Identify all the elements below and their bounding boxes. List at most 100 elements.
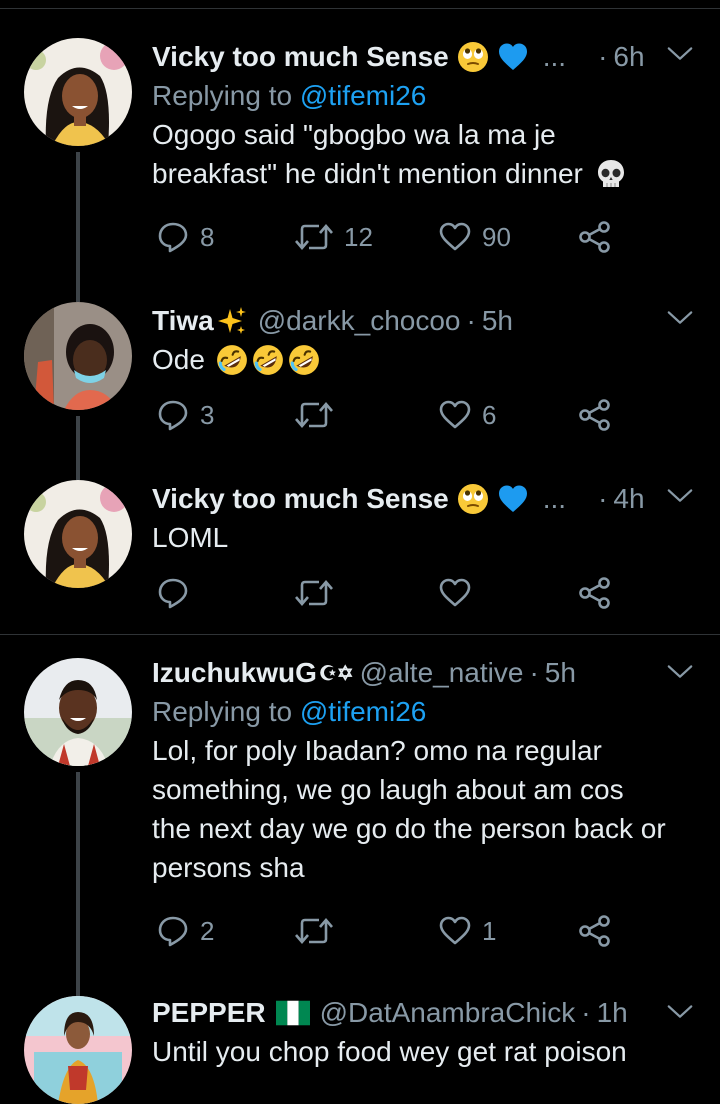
retweet-icon: [294, 220, 334, 254]
rofl-emoji-icon: [287, 343, 321, 377]
chevron-down-icon[interactable]: [666, 486, 694, 506]
retweet-count: 12: [344, 221, 373, 252]
timestamp[interactable]: 6h: [613, 41, 644, 73]
tweet-text-line: LOML: [152, 522, 229, 553]
rofl-emoji-icon: [215, 343, 249, 377]
separator-dot: ·: [581, 997, 591, 1028]
separator-dot: ·: [529, 657, 539, 688]
thread-line: [76, 772, 80, 998]
timestamp[interactable]: 1h: [597, 997, 628, 1029]
mention-link[interactable]: @tifemi26: [300, 696, 426, 727]
tweet-text-line: Lol, for poly Ibadan? omo na regular: [152, 735, 602, 766]
like-count: 6: [482, 399, 497, 430]
chevron-down-icon[interactable]: [666, 1002, 694, 1022]
share-button[interactable]: [578, 576, 612, 610]
reply-button[interactable]: [156, 576, 190, 610]
display-name[interactable]: Tiwa: [152, 305, 214, 337]
timestamp[interactable]: 5h: [545, 657, 576, 689]
like-count: 1: [482, 915, 497, 946]
separator-dot: ·: [466, 305, 476, 336]
heart-icon: [438, 576, 472, 610]
reply-icon: [156, 914, 190, 948]
reply-button[interactable]: 2: [156, 914, 214, 948]
retweet-button[interactable]: [294, 576, 334, 610]
tweet-text: LOML: [152, 518, 700, 557]
nigeria-flag-icon: [276, 1000, 310, 1026]
share-button[interactable]: [578, 914, 612, 948]
thread-divider: [0, 634, 720, 635]
reply-icon: [156, 398, 190, 432]
avatar[interactable]: [24, 996, 132, 1104]
display-name[interactable]: IzuchukwuG: [152, 657, 317, 689]
tweet-actions: 3 6: [152, 398, 622, 438]
like-button[interactable]: 90: [438, 220, 511, 254]
reply-count: 3: [200, 399, 215, 430]
heart-icon: [438, 914, 472, 948]
share-icon: [578, 220, 612, 254]
timestamp[interactable]: 4h: [613, 483, 644, 515]
username[interactable]: @darkk_chocoo: [258, 305, 461, 337]
tweet-text: Ode: [152, 340, 700, 379]
tweet-text-line: breakfast" he didn't mention dinner: [152, 158, 583, 189]
like-button[interactable]: [438, 576, 472, 610]
retweet-icon: [294, 576, 334, 610]
display-name[interactable]: PEPPER: [152, 997, 266, 1029]
share-icon: [578, 576, 612, 610]
reply-button[interactable]: 3: [156, 398, 214, 432]
reply-button[interactable]: 8: [156, 220, 214, 254]
share-button[interactable]: [578, 398, 612, 432]
chevron-down-icon[interactable]: [666, 308, 694, 328]
blue-heart-emoji-icon: [497, 483, 529, 515]
separator-dot: ·: [598, 41, 608, 72]
replying-to-label: Replying to: [152, 696, 293, 727]
timestamp[interactable]: 5h: [482, 305, 513, 337]
display-name[interactable]: Vicky too much Sense: [152, 41, 449, 73]
username[interactable]: @DatAnambraChick: [320, 997, 576, 1029]
face-with-rolling-eyes-emoji-icon: [457, 41, 489, 73]
reply-count: 2: [200, 915, 215, 946]
retweet-icon: [294, 398, 334, 432]
separator-dot: ·: [598, 483, 608, 514]
thread-line: [76, 416, 80, 480]
username[interactable]: @alte_native: [360, 657, 524, 689]
avatar[interactable]: [24, 38, 132, 146]
tweet-text-line: Until you chop food wey get rat poison: [152, 1036, 627, 1067]
avatar[interactable]: [24, 480, 132, 588]
chevron-down-icon[interactable]: [666, 662, 694, 682]
tweet-text-line: Ogogo said "gbogbo wa la ma je: [152, 119, 556, 150]
tweet-text-line: the next day we go do the person back or: [152, 813, 666, 844]
retweet-button[interactable]: [294, 398, 334, 432]
mention-link[interactable]: @tifemi26: [300, 80, 426, 111]
replying-to-label: Replying to: [152, 80, 293, 111]
rofl-emoji-icon: [251, 343, 285, 377]
thread-line: [76, 276, 80, 302]
tweet-text: Ogogo said "gbogbo wa la ma je breakfast…: [152, 115, 700, 193]
like-button[interactable]: 6: [438, 398, 496, 432]
tweet-text: Until you chop food wey get rat poison: [152, 1032, 700, 1071]
avatar[interactable]: [24, 302, 132, 410]
name-truncation-ellipsis: ...: [542, 483, 567, 514]
blue-heart-emoji-icon: [497, 41, 529, 73]
avatar[interactable]: [24, 658, 132, 766]
share-icon: [578, 398, 612, 432]
display-name[interactable]: Vicky too much Sense: [152, 483, 449, 515]
tweet-text-line: Ode: [152, 344, 205, 375]
like-count: 90: [482, 221, 511, 252]
share-button[interactable]: [578, 220, 612, 254]
retweet-icon: [294, 914, 334, 948]
face-with-rolling-eyes-emoji-icon: [457, 483, 489, 515]
retweet-button[interactable]: 12: [294, 220, 373, 254]
name-symbols: ☪✡: [318, 662, 354, 685]
sparkles-emoji-icon: [216, 305, 248, 337]
tweet-actions: 2 1: [152, 914, 622, 954]
retweet-button[interactable]: [294, 914, 334, 948]
top-divider: [0, 8, 720, 9]
skull-emoji-icon: [595, 158, 627, 190]
chevron-down-icon[interactable]: [666, 44, 694, 64]
tweet-text: Lol, for poly Ibadan? omo na regular som…: [152, 731, 700, 887]
like-button[interactable]: 1: [438, 914, 496, 948]
tweet-text-line: something, we go laugh about am cos: [152, 774, 624, 805]
heart-icon: [438, 398, 472, 432]
name-truncation-ellipsis: ...: [542, 41, 567, 72]
tweet-actions: 8 12 90: [152, 220, 622, 260]
